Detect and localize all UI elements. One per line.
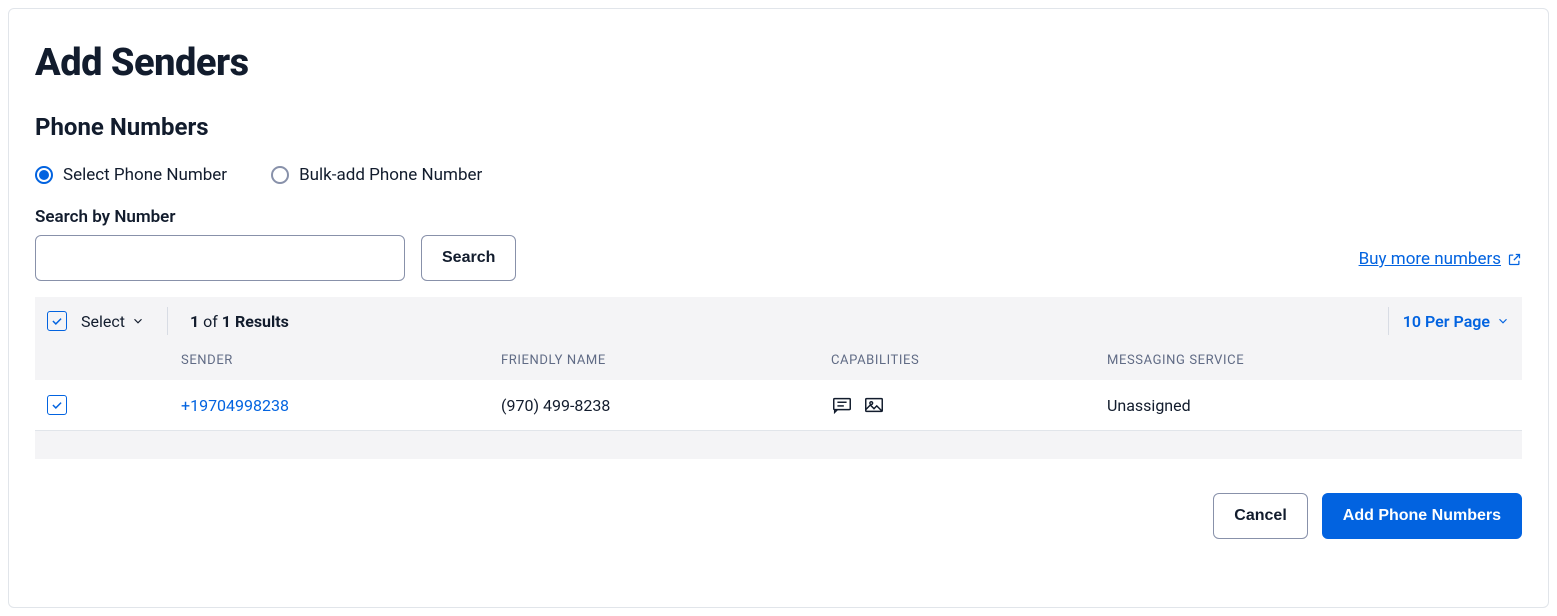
results-count: 1 of 1 Results (190, 312, 289, 331)
radio-label: Select Phone Number (63, 165, 227, 185)
page-title: Add Senders (35, 41, 1522, 85)
radio-select-phone[interactable]: Select Phone Number (35, 165, 227, 185)
row-checkbox[interactable] (47, 395, 67, 415)
select-label: Select (81, 312, 125, 331)
check-icon (50, 314, 64, 328)
buy-more-numbers-link[interactable]: Buy more numbers (1359, 249, 1522, 269)
add-senders-panel: Add Senders Phone Numbers Select Phone N… (8, 8, 1549, 608)
divider (167, 307, 168, 335)
radio-circle-icon (271, 166, 289, 184)
radio-label: Bulk-add Phone Number (299, 165, 482, 185)
search-block: Search by Number (35, 207, 405, 281)
per-page-dropdown[interactable]: 10 Per Page (1388, 307, 1510, 335)
results-current: 1 (190, 312, 199, 331)
friendly-cell: (970) 499-8238 (501, 396, 831, 415)
check-icon (50, 398, 64, 412)
results-table: Select 1 of 1 Results 10 Per Page SENDER… (35, 297, 1522, 459)
results-of: of (203, 312, 218, 331)
service-cell: Unassigned (1107, 396, 1510, 415)
radio-bulk-add[interactable]: Bulk-add Phone Number (271, 165, 482, 185)
col-service: MESSAGING SERVICE (1107, 353, 1510, 368)
chevron-down-icon (1496, 314, 1510, 328)
col-sender: SENDER (181, 353, 501, 368)
select-dropdown[interactable]: Select (75, 308, 151, 335)
radio-dot-icon (35, 166, 53, 184)
table-footer (35, 431, 1522, 459)
col-capabilities: CAPABILITIES (831, 353, 1107, 368)
cancel-button[interactable]: Cancel (1213, 493, 1307, 539)
sms-icon (831, 394, 853, 416)
table-row: +19704998238 (970) 499-8238 (35, 380, 1522, 431)
table-toolbar: Select 1 of 1 Results 10 Per Page (35, 297, 1522, 345)
results-total: 1 Results (222, 312, 289, 331)
mms-icon (863, 394, 885, 416)
search-input[interactable] (35, 235, 405, 281)
select-all-checkbox[interactable] (47, 311, 67, 331)
add-phone-numbers-button[interactable]: Add Phone Numbers (1322, 493, 1522, 539)
chevron-down-icon (131, 314, 145, 328)
sender-link[interactable]: +19704998238 (181, 396, 289, 415)
search-left: Search by Number Search (35, 207, 516, 281)
table-header: SENDER FRIENDLY NAME CAPABILITIES MESSAG… (35, 345, 1522, 380)
per-page-label: 10 Per Page (1403, 312, 1490, 331)
capabilities-cell (831, 394, 1107, 416)
col-friendly: FRIENDLY NAME (501, 353, 831, 368)
mode-radios: Select Phone Number Bulk-add Phone Numbe… (35, 165, 1522, 185)
section-title: Phone Numbers (35, 113, 1522, 141)
buy-link-text: Buy more numbers (1359, 249, 1501, 269)
action-buttons: Cancel Add Phone Numbers (35, 493, 1522, 539)
external-link-icon (1507, 252, 1522, 267)
search-row: Search by Number Search Buy more numbers (35, 207, 1522, 281)
search-button[interactable]: Search (421, 235, 516, 281)
search-label: Search by Number (35, 207, 405, 227)
